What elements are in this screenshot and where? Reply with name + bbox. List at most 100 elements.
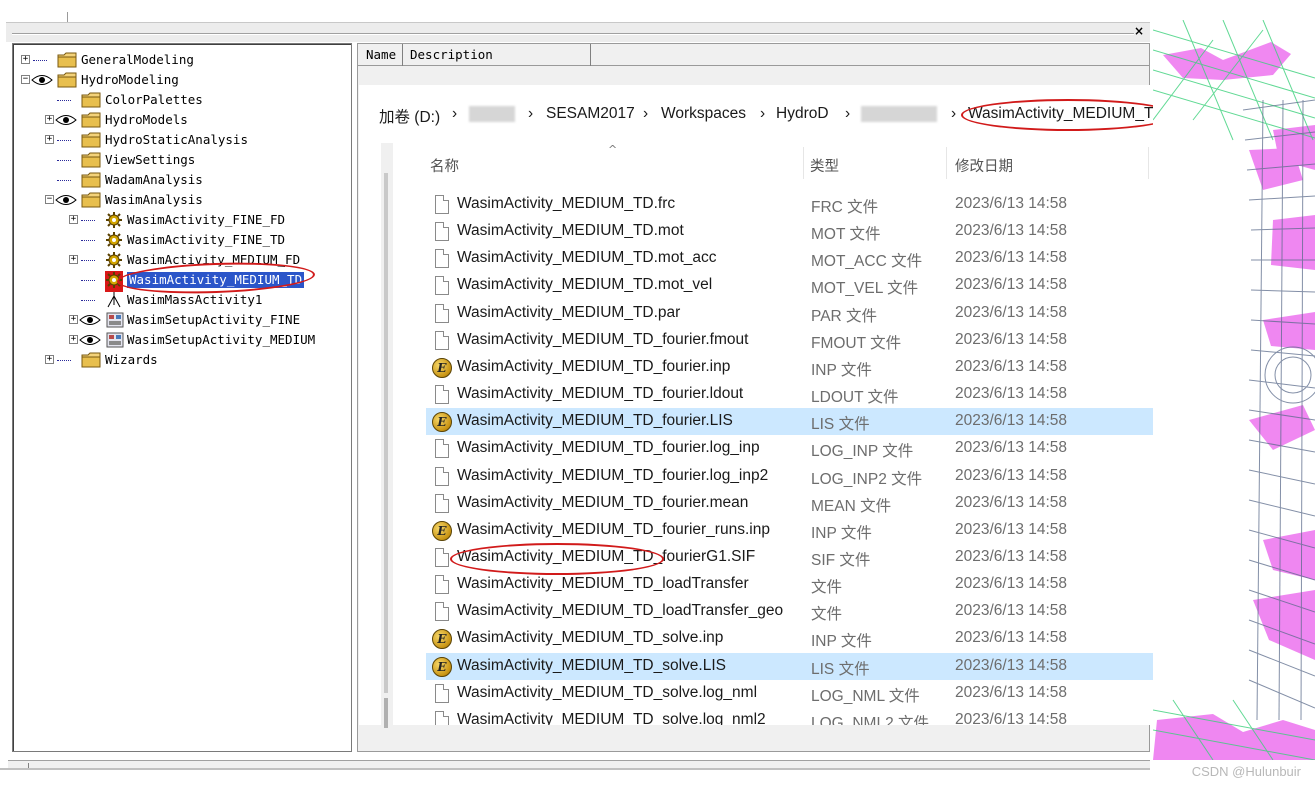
eye-icon[interactable] xyxy=(31,74,53,89)
tree-item-label: WasimActivity_FINE_FD xyxy=(127,212,286,227)
file-row[interactable]: WasimActivity_MEDIUM_TD.mot_acc MOT_ACC 文… xyxy=(426,245,1244,272)
file-type: 文件 xyxy=(811,579,843,597)
file-modified: 2023/6/13 14:58 xyxy=(955,710,1068,725)
document-icon xyxy=(432,493,452,514)
file-name: WasimActivity_MEDIUM_TD.mot_acc xyxy=(457,249,717,267)
tree-item[interactable]: + Wizards xyxy=(13,350,351,370)
eye-icon[interactable] xyxy=(79,334,101,349)
file-row[interactable]: WasimActivity_MEDIUM_TD.frc FRC 文件 2023/6/… xyxy=(426,191,1244,218)
expand-icon[interactable]: + xyxy=(69,255,78,264)
file-type: PAR 文件 xyxy=(811,307,878,325)
file-modified: 2023/6/13 14:58 xyxy=(955,575,1068,593)
file-row[interactable]: WasimActivity_MEDIUM_TD_solve.log_nml LOG… xyxy=(426,680,1244,707)
mass-icon xyxy=(105,291,123,312)
file-modified: 2023/6/13 14:58 xyxy=(955,466,1068,484)
file-row[interactable]: WasimActivity_MEDIUM_TD_fourier.mean MEAN… xyxy=(426,490,1244,517)
tree-item[interactable]: WadamAnalysis xyxy=(13,170,351,190)
file-row[interactable]: WasimActivity_MEDIUM_TD_fourier.fmout FMO… xyxy=(426,327,1244,354)
file-row[interactable]: WasimActivity_MEDIUM_TD.par PAR 文件 2023/6/… xyxy=(426,300,1244,327)
document-icon xyxy=(432,330,452,351)
collapse-icon[interactable]: − xyxy=(45,195,54,204)
tree-item[interactable]: WasimActivity_FINE_TD xyxy=(13,230,351,250)
tree-item[interactable]: + HydroModels xyxy=(13,110,351,130)
file-modified: 2023/6/13 14:58 xyxy=(955,276,1068,294)
file-row[interactable]: E WasimActivity_MEDIUM_TD_solve.inp INP 文件… xyxy=(426,625,1244,652)
file-type: LOG_NML2 文件 xyxy=(811,714,930,725)
setup-icon xyxy=(105,311,125,332)
file-modified: 2023/6/13 14:58 xyxy=(955,520,1068,538)
folder-icon xyxy=(81,191,101,212)
file-type: LIS 文件 xyxy=(811,660,870,678)
folder-icon xyxy=(81,111,101,132)
details-header: Name Description xyxy=(358,44,1149,66)
gear-icon xyxy=(105,251,123,272)
expand-icon[interactable]: + xyxy=(69,335,78,344)
eye-icon[interactable] xyxy=(79,314,101,329)
gear-icon xyxy=(105,231,123,252)
expand-icon[interactable]: + xyxy=(69,215,78,224)
file-row[interactable]: WasimActivity_MEDIUM_TD_solve.log_nml2 LO… xyxy=(426,707,1244,725)
divider xyxy=(67,12,68,22)
tree-item-label: WasimMassActivity1 xyxy=(127,292,263,307)
collapse-icon[interactable]: − xyxy=(21,75,30,84)
setup-icon xyxy=(105,331,125,352)
expand-icon[interactable]: + xyxy=(69,315,78,324)
file-name: WasimActivity_MEDIUM_TD_fourier.log_inp xyxy=(457,439,760,457)
tree-item[interactable]: + HydroStaticAnalysis xyxy=(13,130,351,150)
file-type: MOT_ACC 文件 xyxy=(811,253,923,271)
file-row[interactable]: WasimActivity_MEDIUM_TD.mot_vel MOT_VEL 文… xyxy=(426,272,1244,299)
file-row[interactable]: E WasimActivity_MEDIUM_TD_fourier_runs.in… xyxy=(426,517,1244,544)
tree-item-label: WadamAnalysis xyxy=(105,172,203,187)
tree-item[interactable]: ViewSettings xyxy=(13,150,351,170)
file-modified: 2023/6/13 14:58 xyxy=(955,357,1068,375)
tree-item-label: WasimActivity_FINE_TD xyxy=(127,232,286,247)
file-modified: 2023/6/13 14:58 xyxy=(955,683,1068,701)
expand-icon[interactable]: + xyxy=(45,135,54,144)
file-modified: 2023/6/13 14:58 xyxy=(955,303,1068,321)
document-icon xyxy=(432,466,452,487)
close-icon[interactable]: × xyxy=(1132,24,1146,38)
file-row[interactable]: E WasimActivity_MEDIUM_TD_solve.LIS LIS 文件… xyxy=(426,652,1244,680)
file-type: LOG_NML 文件 xyxy=(811,687,920,705)
tree-item[interactable]: + WasimSetupActivity_MEDIUM xyxy=(13,330,351,350)
tree-item[interactable]: − HydroModeling xyxy=(13,70,351,90)
expand-icon[interactable]: + xyxy=(21,55,30,64)
folder-icon xyxy=(81,351,101,372)
expand-icon[interactable]: + xyxy=(45,115,54,124)
tree-item-label: GeneralModeling xyxy=(81,52,194,67)
file-row[interactable]: WasimActivity_MEDIUM_TD_fourier.log_inp2… xyxy=(426,463,1244,490)
expand-icon[interactable]: + xyxy=(45,355,54,364)
tree-panel: + GeneralModeling − HydroModeling ColorPalet… xyxy=(12,43,352,752)
folder-icon xyxy=(57,71,77,92)
file-row[interactable]: E WasimActivity_MEDIUM_TD_fourier.LIS LIS … xyxy=(426,408,1244,436)
top-strip xyxy=(0,0,1315,22)
file-modified: 2023/6/13 14:58 xyxy=(955,493,1068,511)
file-row[interactable]: WasimActivity_MEDIUM_TD_fourier.log_inp L… xyxy=(426,435,1244,462)
file-explorer: 加卷 (D:) › › SESAM2017 › Workspaces › Hyd… xyxy=(359,85,1244,728)
file-row[interactable]: WasimActivity_MEDIUM_TD_loadTransfer 文件 20… xyxy=(426,571,1244,598)
tree-item[interactable]: − WasimAnalysis xyxy=(13,190,351,210)
column-divider[interactable] xyxy=(402,44,403,66)
eye-icon[interactable] xyxy=(55,194,77,209)
column-name[interactable]: Name xyxy=(366,47,396,62)
tree-item[interactable]: + WasimSetupActivity_FINE xyxy=(13,310,351,330)
column-divider[interactable] xyxy=(590,44,591,66)
file-row[interactable]: WasimActivity_MEDIUM_TD_loadTransfer_geo… xyxy=(426,598,1244,625)
eye-icon[interactable] xyxy=(55,114,77,129)
tree-item[interactable]: + WasimActivity_FINE_FD xyxy=(13,210,351,230)
model-viewport[interactable] xyxy=(1153,20,1315,760)
panel-title-bar: × xyxy=(6,22,1150,42)
column-description[interactable]: Description xyxy=(410,47,493,62)
file-type: INP 文件 xyxy=(811,361,872,379)
file-modified: 2023/6/13 14:58 xyxy=(955,656,1068,674)
tree-item[interactable]: ColorPalettes xyxy=(13,90,351,110)
panel-grip[interactable] xyxy=(12,33,1134,35)
file-row[interactable]: E WasimActivity_MEDIUM_TD_fourier.inp INP … xyxy=(426,354,1244,381)
file-modified: 2023/6/13 14:58 xyxy=(955,629,1068,647)
file-type: MEAN 文件 xyxy=(811,497,892,515)
file-name: WasimActivity_MEDIUM_TD_fourier.log_inp2 xyxy=(457,466,769,484)
file-row[interactable]: WasimActivity_MEDIUM_TD_fourier.ldout LDO… xyxy=(426,381,1244,408)
tree-item[interactable]: + GeneralModeling xyxy=(13,50,351,70)
tree-item-label: WasimSetupActivity_MEDIUM xyxy=(127,332,316,347)
file-row[interactable]: WasimActivity_MEDIUM_TD.mot MOT 文件 2023/6/… xyxy=(426,218,1244,245)
